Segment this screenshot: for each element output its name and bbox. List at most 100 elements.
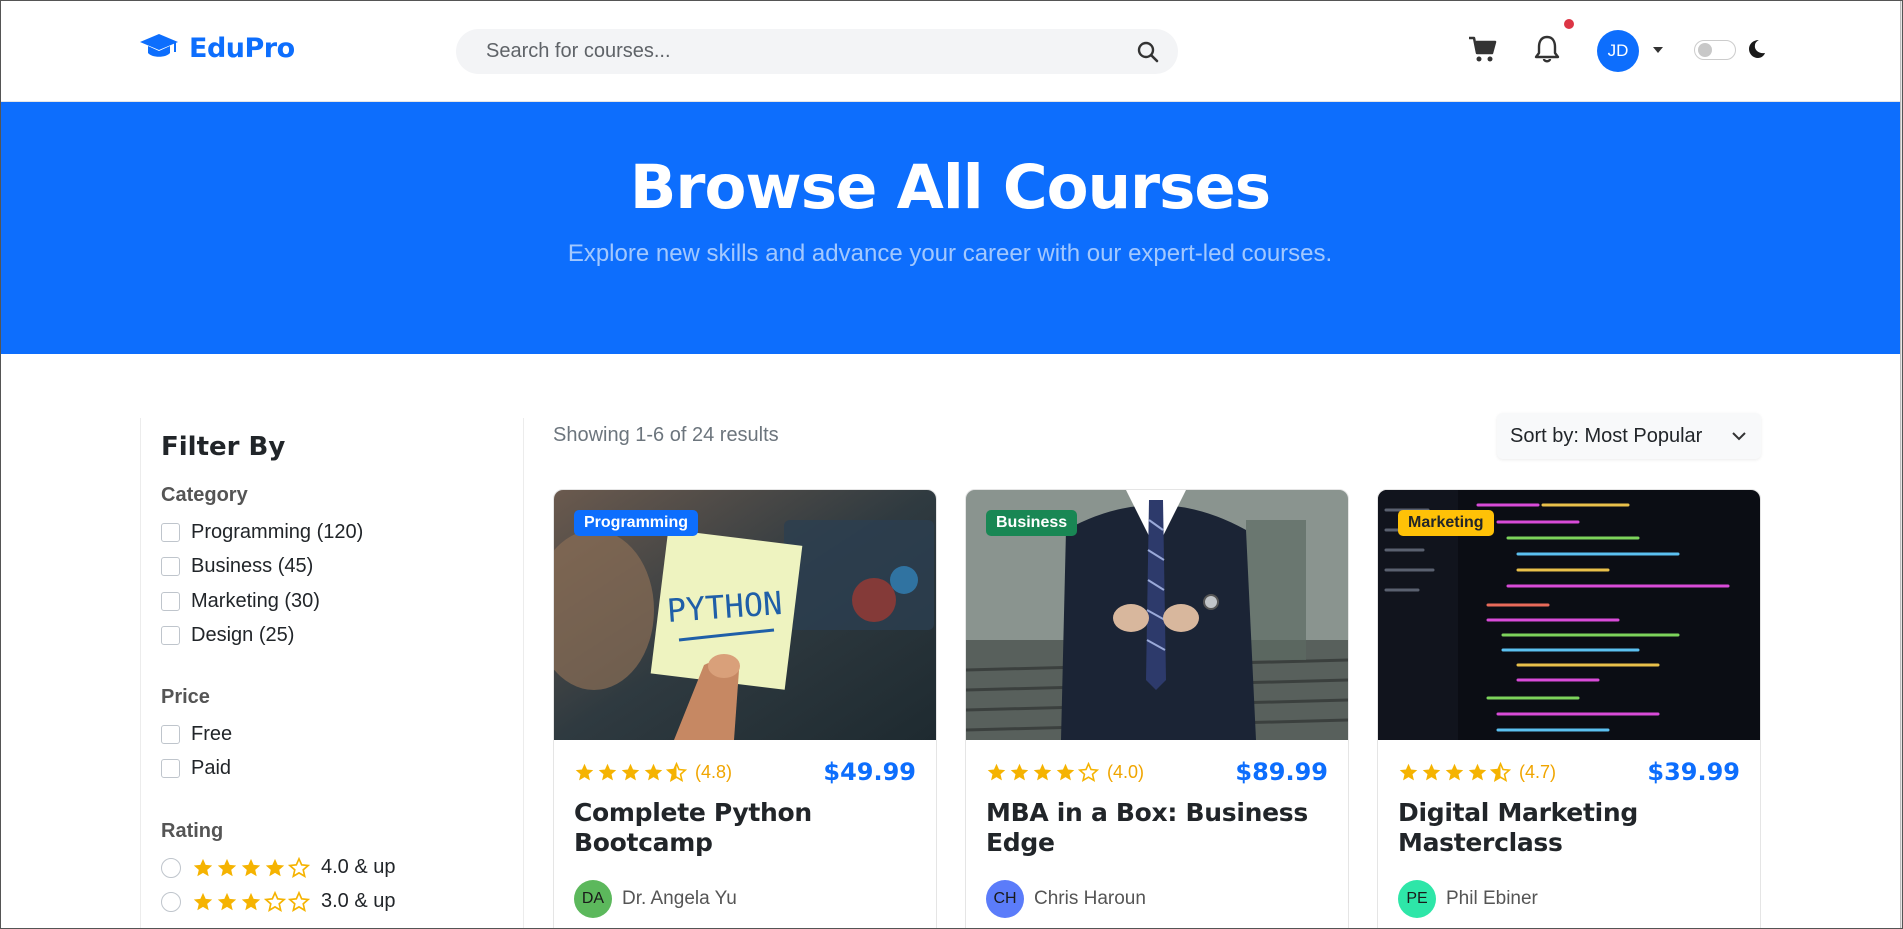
star-icon [666, 762, 687, 783]
course-card[interactable]: Business (4.0) $89.99 MBA in a Box: Busi… [965, 489, 1349, 929]
checkbox[interactable] [161, 523, 180, 542]
dark-mode-toggle[interactable] [1694, 40, 1736, 60]
star-icon [1421, 762, 1442, 783]
graduation-cap-icon [139, 31, 179, 66]
bell-icon [1534, 35, 1560, 63]
category-badge: Marketing [1398, 510, 1494, 536]
star-icon [192, 857, 214, 879]
course-title[interactable]: Digital Marketing Masterclass [1398, 798, 1738, 858]
checkbox[interactable] [161, 592, 180, 611]
course-rating: (4.7) [1398, 762, 1556, 783]
rating-filter-3[interactable]: 3.0 & up [161, 890, 396, 913]
star-icon [1032, 762, 1053, 783]
user-avatar[interactable]: JD [1597, 30, 1639, 72]
star-icon [1444, 762, 1465, 783]
filter-heading: Filter By [161, 432, 286, 462]
filter-sidebar: Filter By Category Programming (120) Bus… [140, 418, 524, 929]
instructor-avatar: DA [574, 880, 612, 918]
star-icon [986, 762, 1007, 783]
star-icon [1055, 762, 1076, 783]
notifications-button[interactable] [1533, 34, 1563, 66]
star-icon [620, 762, 641, 783]
radio-button[interactable] [161, 857, 181, 878]
star-icon [264, 857, 286, 879]
course-price: $89.99 [1235, 758, 1328, 786]
star-icon [192, 891, 214, 913]
category-badge: Programming [574, 510, 699, 536]
category-filter-programming[interactable]: Programming (120) [161, 521, 363, 544]
instructor: DA Dr. Angela Yu [574, 880, 737, 918]
instructor: CH Chris Haroun [986, 880, 1146, 918]
rating-value: (4.0) [1107, 762, 1145, 782]
instructor-name: Chris Haroun [1034, 888, 1146, 909]
star-rating-icons [192, 890, 310, 913]
star-icon [288, 890, 310, 913]
checkbox[interactable] [161, 725, 180, 744]
star-icon [1490, 762, 1511, 783]
course-card[interactable]: Marketing (4.7) $39.99 Digital Marketing… [1377, 489, 1761, 929]
hero-banner: Browse All Courses Explore new skills an… [0, 102, 1900, 354]
course-card[interactable]: PYTHON Programming (4.8) $49.99 Complete… [553, 489, 937, 929]
star-rating-icons [192, 856, 310, 879]
category-filter-business[interactable]: Business (45) [161, 555, 313, 578]
price-filter-paid[interactable]: Paid [161, 757, 231, 780]
category-filter-marketing[interactable]: Marketing (30) [161, 590, 320, 613]
course-title[interactable]: Complete Python Bootcamp [574, 798, 914, 858]
star-icon [216, 891, 238, 913]
checkbox[interactable] [161, 759, 180, 778]
rating-value: (4.8) [695, 762, 733, 782]
search-button[interactable] [1118, 29, 1178, 74]
star-icon [643, 762, 664, 783]
chevron-down-icon[interactable] [1651, 43, 1665, 57]
top-navbar: EduPro JD [0, 0, 1903, 102]
rating-heading: Rating [161, 820, 224, 842]
star-icon [264, 890, 286, 913]
star-icon [240, 891, 262, 913]
star-icon [1398, 762, 1419, 783]
sticky-note-text: PYTHON [666, 584, 784, 630]
search-input[interactable] [456, 40, 1118, 63]
brand-name: EduPro [189, 33, 295, 64]
star-rating-icons [986, 762, 1099, 783]
search-icon [1137, 41, 1159, 62]
radio-button[interactable] [161, 891, 181, 912]
instructor-avatar: PE [1398, 880, 1436, 918]
category-heading: Category [161, 484, 248, 506]
checkbox[interactable] [161, 557, 180, 576]
star-rating-icons [1398, 762, 1511, 783]
notification-indicator [1564, 19, 1574, 29]
page-subtitle: Explore new skills and advance your care… [567, 240, 1333, 267]
rating-filter-4[interactable]: 4.0 & up [161, 856, 396, 879]
star-rating-icons [574, 762, 687, 783]
star-icon [288, 856, 310, 879]
category-filter-design[interactable]: Design (25) [161, 624, 294, 647]
page-title: Browse All Courses [629, 152, 1271, 223]
rating-value: (4.7) [1519, 762, 1557, 782]
instructor-name: Dr. Angela Yu [622, 888, 737, 909]
cart-button[interactable] [1468, 34, 1498, 64]
course-rating: (4.0) [986, 762, 1144, 783]
instructor: PE Phil Ebiner [1398, 880, 1538, 918]
sort-label: Sort by: Most Popular [1510, 424, 1703, 447]
sort-dropdown[interactable]: Sort by: Most Popular [1497, 413, 1761, 459]
instructor-name: Phil Ebiner [1446, 888, 1538, 909]
star-icon [216, 857, 238, 879]
chevron-down-icon [1732, 432, 1746, 441]
star-icon [1467, 762, 1488, 783]
cart-icon [1469, 36, 1497, 62]
brand-logo[interactable]: EduPro [139, 31, 295, 66]
checkbox[interactable] [161, 626, 180, 645]
star-icon [597, 762, 618, 783]
moon-icon [1745, 38, 1767, 60]
search-bar [456, 29, 1178, 74]
instructor-avatar: CH [986, 880, 1024, 918]
price-heading: Price [161, 686, 210, 708]
category-badge: Business [986, 510, 1078, 536]
course-price: $49.99 [823, 758, 916, 786]
results-count: Showing 1-6 of 24 results [553, 424, 779, 446]
course-title[interactable]: MBA in a Box: Business Edge [986, 798, 1326, 858]
star-icon [1009, 762, 1030, 783]
star-icon [574, 762, 595, 783]
course-rating: (4.8) [574, 762, 732, 783]
price-filter-free[interactable]: Free [161, 723, 232, 746]
